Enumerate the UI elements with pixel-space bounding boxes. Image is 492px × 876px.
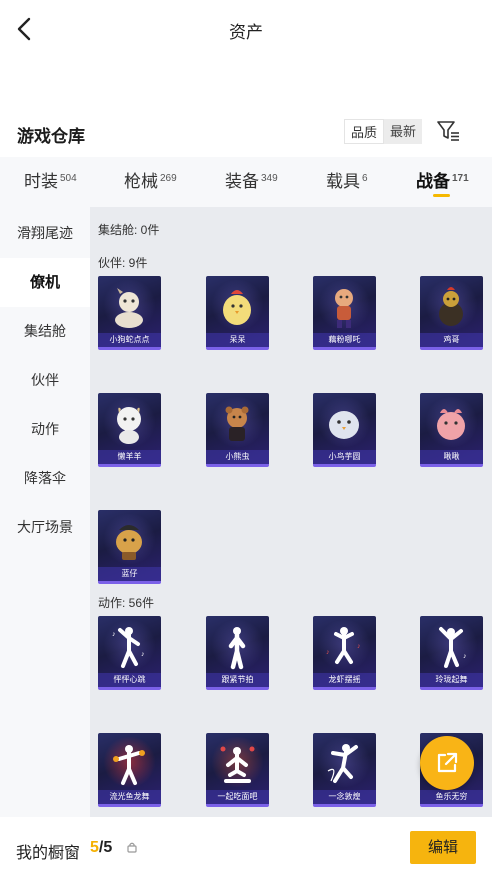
lock-icon [127, 842, 137, 853]
partner-figure-icon [223, 290, 251, 325]
item-name: 鸡哥 [420, 333, 483, 347]
top-nav-bar: 资产 [0, 0, 492, 58]
partner-card[interactable]: 小鸟芋圆 [313, 393, 376, 467]
edit-button[interactable]: 编辑 [410, 831, 476, 864]
tab-label: 时装 [24, 172, 58, 191]
dancer-silhouette-icon [220, 746, 255, 783]
item-name: 一起吃面吧 [206, 790, 269, 804]
item-name: 蓝仔 [98, 567, 161, 581]
tab-label: 枪械 [124, 172, 158, 191]
share-fab[interactable] [420, 736, 474, 790]
partner-figure-icon [437, 409, 465, 440]
partner-figure-icon [439, 287, 463, 326]
sidebar-item-wingman[interactable]: 僚机 [0, 258, 90, 307]
sidebar-item-emote[interactable]: 动作 [0, 405, 90, 454]
tab-count: 504 [60, 173, 77, 184]
emote-card[interactable]: ♪ 玲珑起舞 [420, 616, 483, 690]
tab-count: 349 [261, 173, 278, 184]
tab-count: 269 [160, 173, 177, 184]
partner-card[interactable]: 呆呆 [206, 276, 269, 350]
partner-figure-icon [117, 407, 141, 444]
dancer-silhouette-icon: ♪♪ [326, 627, 361, 664]
item-name: 一念敦煌 [313, 790, 376, 804]
emote-card[interactable]: 一念敦煌 [313, 733, 376, 807]
showcase-label: 我的橱窗 [16, 845, 81, 862]
partner-figure-icon [225, 406, 249, 441]
partner-card[interactable]: 啾啾 [420, 393, 483, 467]
emote-card[interactable]: ♪ ♪ 龙虾摆摇 [313, 616, 376, 690]
sort-toggle: 品质 最新 [344, 119, 423, 144]
sidebar-item-glide-trail[interactable]: 滑翔尾迹 [0, 209, 90, 258]
showcase-total: 5 [103, 839, 113, 856]
item-name: 啾啾 [420, 450, 483, 464]
tab-fashion[interactable]: 时装 504 [24, 167, 77, 192]
sidebar-item-lobby-scene[interactable]: 大厅场景 [0, 503, 90, 552]
partner-figure-icon [115, 288, 143, 328]
item-name: 怦怦心跳 [98, 673, 161, 687]
emote-card[interactable]: 一起吃面吧 [206, 733, 269, 807]
item-name: 跟紧节拍 [206, 673, 269, 687]
sidebar-item-parachute[interactable]: 降落伞 [0, 454, 90, 503]
tab-equipment[interactable]: 装备 349 [225, 167, 278, 192]
dancer-silhouette-icon [327, 744, 358, 783]
warehouse-title: 游戏仓库 [17, 127, 85, 146]
svg-text:♪: ♪ [141, 651, 145, 658]
emote-card[interactable]: 跟紧节拍 [206, 616, 269, 690]
item-name: 鱼乐无穷 [420, 790, 483, 804]
showcase-count: 5/5 [90, 839, 112, 857]
filter-button[interactable] [435, 119, 461, 143]
partner-card[interactable]: 懒羊羊 [98, 393, 161, 467]
item-name: 小熊虫 [206, 450, 269, 464]
category-tabs: 时装 504 枪械 269 装备 349 载具 6 战备 171 [0, 157, 492, 207]
share-external-icon [437, 752, 458, 773]
tab-battle-gear[interactable]: 战备 171 [416, 167, 469, 192]
subcategory-sidebar: 滑翔尾迹 僚机 集结舱 伙伴 动作 降落伞 大厅场景 [0, 207, 90, 817]
partner-card[interactable]: 小狗蛇点点 [98, 276, 161, 350]
partner-card[interactable]: 小熊虫 [206, 393, 269, 467]
tab-guns[interactable]: 枪械 269 [124, 167, 177, 192]
sort-newest-option[interactable]: 最新 [384, 119, 423, 144]
showcase-current: 5 [90, 839, 99, 856]
svg-text:♪: ♪ [463, 653, 467, 660]
dancer-silhouette-icon [113, 745, 145, 785]
item-name: 龙虾摆摇 [313, 673, 376, 687]
partner-figure-icon [329, 411, 359, 439]
page-title: 资产 [229, 23, 263, 42]
partner-card[interactable]: 蓝仔 [98, 510, 161, 584]
tab-count: 6 [362, 173, 368, 184]
tab-vehicles[interactable]: 载具 6 [326, 167, 368, 192]
item-name: 流光鱼龙舞 [98, 790, 161, 804]
emote-card[interactable]: 流光鱼龙舞 [98, 733, 161, 807]
section-label-capsule: 集结舱: 0件 [98, 223, 160, 237]
partner-card[interactable]: 藕粉哪吒 [313, 276, 376, 350]
tab-count: 171 [452, 173, 469, 184]
item-name: 玲珑起舞 [420, 673, 483, 687]
item-name: 懒羊羊 [98, 450, 161, 464]
sort-quality-option[interactable]: 品质 [344, 119, 385, 144]
section-label-emotes: 动作: 56件 [98, 596, 155, 610]
sidebar-item-capsule[interactable]: 集结舱 [0, 307, 90, 356]
svg-text:♪: ♪ [326, 649, 330, 656]
item-name: 小鸟芋圆 [313, 450, 376, 464]
sidebar-item-partner[interactable]: 伙伴 [0, 356, 90, 405]
filter-icon [437, 121, 459, 141]
dancer-silhouette-icon [228, 627, 246, 670]
dancer-silhouette-icon: ♪♪ [112, 627, 145, 668]
partner-figure-icon [116, 525, 142, 560]
dancer-silhouette-icon: ♪ [439, 627, 467, 668]
item-name: 藕粉哪吒 [313, 333, 376, 347]
tab-label: 载具 [326, 172, 360, 191]
active-tab-indicator [433, 194, 450, 197]
item-name: 呆呆 [206, 333, 269, 347]
partner-card[interactable]: 鸡哥 [420, 276, 483, 350]
tab-label: 装备 [225, 172, 259, 191]
item-grid-area[interactable]: 集结舱: 0件 伙伴: 9件 小狗蛇点点 呆呆 藕粉哪吒 鸡哥 懒羊羊 小熊虫 … [90, 207, 492, 817]
tab-label: 战备 [416, 172, 450, 191]
item-name: 小狗蛇点点 [98, 333, 161, 347]
svg-text:♪: ♪ [112, 631, 116, 638]
emote-card[interactable]: ♪ ♪ 怦怦心跳 [98, 616, 161, 690]
section-label-partners: 伙伴: 9件 [98, 256, 148, 270]
partner-figure-icon [335, 289, 353, 328]
svg-text:♪: ♪ [357, 643, 361, 650]
